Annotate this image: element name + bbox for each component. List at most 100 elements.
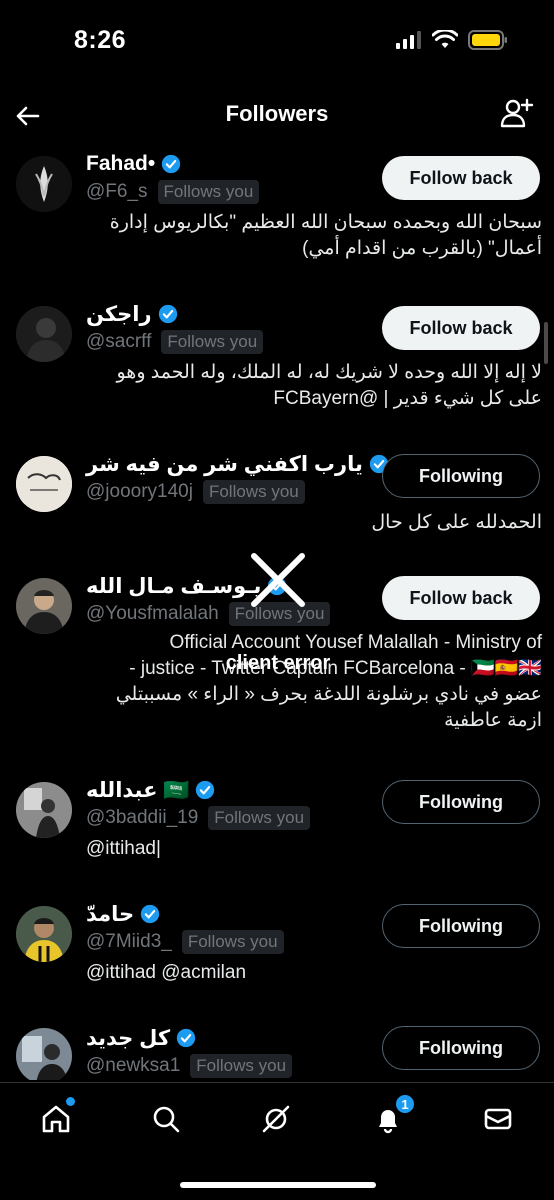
home-indicator[interactable] bbox=[180, 1182, 376, 1188]
name-line: يـوسـف مـال الله bbox=[86, 572, 287, 600]
verified-badge-icon bbox=[268, 576, 287, 596]
avatar[interactable] bbox=[16, 456, 72, 512]
list-item[interactable]: Fahad• @F6_s Follows you Follow back سبح… bbox=[0, 150, 554, 290]
list-item[interactable]: يارب اكفني شر من فيه شر @jooory140j Foll… bbox=[0, 450, 554, 550]
avatar-image bbox=[16, 578, 72, 634]
bio: الحمدلله على كل حال bbox=[12, 510, 542, 536]
home-icon bbox=[42, 1105, 70, 1133]
username: @jooory140j bbox=[86, 481, 193, 502]
follow-back-button[interactable]: Follow back bbox=[382, 306, 540, 350]
display-name[interactable]: كل جديد bbox=[86, 1026, 170, 1051]
battery-icon bbox=[468, 30, 507, 50]
handle-line: @F6_s Follows you bbox=[86, 178, 260, 206]
avatar[interactable] bbox=[16, 156, 72, 212]
tab-messages[interactable] bbox=[478, 1099, 518, 1139]
bio-line: عضو في نادي برشلونة اللدغة بحرف « الراء … bbox=[115, 684, 542, 705]
name-line: يارب اكفني شر من فيه شر bbox=[86, 450, 389, 478]
name-line: كل جديد bbox=[86, 1024, 196, 1052]
follow-back-button[interactable]: Follow back bbox=[382, 576, 540, 620]
handle-line: @3baddii_19 Follows you bbox=[86, 804, 311, 832]
tab-search[interactable] bbox=[146, 1099, 186, 1139]
cellular-signal-icon bbox=[396, 31, 421, 49]
following-button[interactable]: Following bbox=[382, 904, 540, 948]
following-button[interactable]: Following bbox=[382, 454, 540, 498]
status-bar: 8:26 bbox=[0, 0, 554, 84]
handle-line: @sacrff Follows you bbox=[86, 328, 264, 356]
display-name[interactable]: يـوسـف مـال الله bbox=[86, 574, 261, 599]
bio-line: @ittihad @acmilan bbox=[86, 962, 247, 983]
handle-line: @Yousfmalalah Follows you bbox=[86, 600, 331, 628]
bio: @ittihad| bbox=[86, 836, 542, 862]
verified-badge-icon bbox=[158, 304, 177, 324]
display-name[interactable]: Fahad• bbox=[86, 152, 155, 176]
name-line: Fahad• bbox=[86, 150, 181, 178]
add-user-icon bbox=[500, 98, 534, 128]
follows-you-badge: Follows you bbox=[161, 330, 264, 354]
username: @newksa1 bbox=[86, 1055, 181, 1076]
name-line: عبدالله 🇸🇦 bbox=[86, 776, 215, 804]
follows-you-badge: Follows you bbox=[208, 806, 311, 830]
username: @7Miid3_ bbox=[86, 931, 172, 952]
status-time: 8:26 bbox=[74, 26, 127, 54]
follows-you-badge: Follows you bbox=[157, 180, 260, 204]
home-unread-dot bbox=[66, 1097, 75, 1106]
username: @sacrff bbox=[86, 331, 152, 352]
list-item[interactable]: حامدّ @7Miid3_ Follows you Following @it… bbox=[0, 900, 554, 1000]
follows-you-badge: Follows you bbox=[228, 602, 331, 626]
avatar-image bbox=[16, 456, 72, 512]
search-icon bbox=[153, 1106, 180, 1133]
username: @F6_s bbox=[86, 181, 148, 202]
display-name[interactable]: يارب اكفني شر من فيه شر bbox=[86, 452, 363, 477]
bio-line: ازمة عاطفية bbox=[444, 710, 542, 731]
mail-icon bbox=[484, 1108, 512, 1130]
grok-icon bbox=[262, 1105, 290, 1133]
scrollbar[interactable] bbox=[544, 322, 548, 364]
follow-back-button[interactable]: Follow back bbox=[382, 156, 540, 200]
bio: @ittihad @acmilan bbox=[86, 960, 542, 986]
bio-line: @ittihad| bbox=[86, 838, 161, 859]
following-button[interactable]: Following bbox=[382, 780, 540, 824]
page-title: Followers bbox=[225, 101, 329, 126]
avatar-image bbox=[16, 306, 72, 362]
list-item[interactable]: كل جديد @newksa1 Follows you Following bbox=[0, 1024, 554, 1080]
avatar-image bbox=[16, 782, 72, 838]
handle-line: @newksa1 Follows you bbox=[86, 1052, 293, 1080]
follows-you-badge: Follows you bbox=[190, 1054, 293, 1078]
handle-line: @jooory140j Follows you bbox=[86, 478, 305, 506]
avatar[interactable] bbox=[16, 578, 72, 634]
bio-line: أعمال" (بالقرب من اقدام أمي) bbox=[302, 238, 542, 259]
bio: سبحان الله وبحمده سبحان الله العظيم "بكا… bbox=[12, 210, 542, 262]
username: @3baddii_19 bbox=[86, 807, 199, 828]
avatar[interactable] bbox=[16, 306, 72, 362]
avatar[interactable] bbox=[16, 906, 72, 962]
bio-line: - justice - Twitter Captain FCBarcelona … bbox=[129, 658, 542, 679]
avatar-image bbox=[16, 1028, 72, 1080]
list-item[interactable]: عبدالله 🇸🇦 @3baddii_19 Follows you Follo… bbox=[0, 776, 554, 876]
display-name[interactable]: عبدالله 🇸🇦 bbox=[86, 778, 189, 803]
display-name[interactable]: راجكن bbox=[86, 302, 152, 327]
bio-line: على كل شيء قدير | @FCBayern bbox=[273, 388, 542, 409]
notification-count-badge: 1 bbox=[394, 1093, 416, 1115]
avatar-image bbox=[16, 906, 72, 962]
avatar[interactable] bbox=[16, 1028, 72, 1080]
follows-you-badge: Follows you bbox=[202, 480, 305, 504]
bio: Official Account Yousef Malallah - Minis… bbox=[12, 630, 542, 734]
bio-line: سبحان الله وبحمده سبحان الله العظيم "بكا… bbox=[109, 212, 542, 233]
bio-line: Official Account Yousef Malallah - Minis… bbox=[169, 632, 542, 653]
verified-badge-icon bbox=[176, 1028, 196, 1048]
avatar[interactable] bbox=[16, 782, 72, 838]
bio-line: لا إله إلا الله وحده لا شريك له، له المل… bbox=[116, 362, 542, 383]
tab-grok[interactable] bbox=[256, 1099, 296, 1139]
list-item[interactable]: يـوسـف مـال الله @Yousfmalalah Follows y… bbox=[0, 572, 554, 752]
avatar-image bbox=[16, 156, 72, 212]
name-line: راجكن bbox=[86, 300, 178, 328]
list-item[interactable]: راجكن @sacrff Follows you Follow back لا… bbox=[0, 300, 554, 420]
tab-notifications[interactable]: 1 bbox=[368, 1093, 416, 1139]
followers-list[interactable]: Fahad• @F6_s Follows you Follow back سبح… bbox=[0, 146, 554, 1080]
following-button[interactable]: Following bbox=[382, 1026, 540, 1070]
tab-home[interactable] bbox=[36, 1097, 76, 1139]
bio-line: الحمدلله على كل حال bbox=[371, 512, 542, 533]
add-user-button[interactable] bbox=[498, 96, 534, 132]
display-name[interactable]: حامدّ bbox=[86, 902, 134, 927]
verified-badge-icon bbox=[162, 154, 181, 174]
